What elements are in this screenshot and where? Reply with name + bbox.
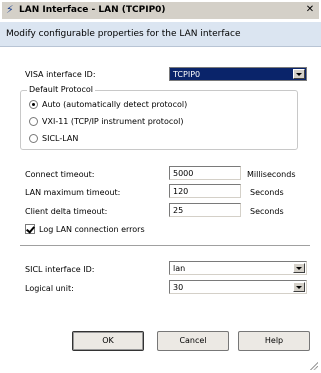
dropdown-arrow-icon[interactable] <box>293 282 305 292</box>
description-text: Modify configurable properties for the L… <box>6 29 241 39</box>
lan-max-timeout-label: LAN maximum timeout: <box>25 188 121 197</box>
client-delta-timeout-value: 25 <box>173 206 184 215</box>
close-icon[interactable]: ✕ <box>304 4 316 16</box>
client-delta-timeout-unit: Seconds <box>250 207 284 216</box>
radio-sicl-lan[interactable] <box>29 134 38 143</box>
connect-timeout-unit: Milliseconds <box>247 170 296 179</box>
connect-timeout-input[interactable]: 5000 <box>169 166 241 180</box>
window-title: LAN Interface - LAN (TCPIP0) <box>19 5 166 15</box>
lan-interface-icon: ⚡ <box>6 3 14 16</box>
sicl-interface-combo[interactable]: lan <box>169 261 307 275</box>
cancel-button[interactable]: Cancel <box>157 331 229 351</box>
resize-grip-icon[interactable] <box>309 361 318 370</box>
log-errors-checkbox[interactable] <box>25 224 35 234</box>
description-banner: Modify configurable properties for the L… <box>0 22 321 47</box>
lan-max-timeout-unit: Seconds <box>250 188 284 197</box>
logical-unit-combo[interactable]: 30 <box>169 280 307 294</box>
radio-vxi11[interactable] <box>29 117 38 126</box>
client-delta-timeout-label: Client delta timeout: <box>25 207 108 216</box>
default-protocol-legend: Default Protocol <box>27 85 96 94</box>
radio-vxi11-label[interactable]: VXI-11 (TCP/IP instrument protocol) <box>42 117 183 126</box>
logical-unit-label: Logical unit: <box>25 284 74 293</box>
lan-max-timeout-value: 120 <box>173 187 189 196</box>
client-delta-timeout-input[interactable]: 25 <box>169 203 241 217</box>
lan-max-timeout-input[interactable]: 120 <box>169 184 241 198</box>
section-divider <box>20 245 310 247</box>
logical-unit-value: 30 <box>173 283 184 292</box>
visa-interface-label: VISA interface ID: <box>25 70 96 79</box>
dropdown-arrow-icon[interactable] <box>293 263 305 273</box>
radio-auto[interactable] <box>29 100 38 109</box>
radio-auto-label[interactable]: Auto (automatically detect protocol) <box>42 100 187 109</box>
connect-timeout-value: 5000 <box>173 169 194 178</box>
sicl-interface-label: SICL interface ID: <box>25 265 95 274</box>
radio-sicl-lan-label[interactable]: SICL-LAN <box>42 134 78 143</box>
dialog-window: ⚡ LAN Interface - LAN (TCPIP0) ✕ Modify … <box>0 0 321 373</box>
visa-interface-combo[interactable]: TCPIP0 <box>169 67 307 81</box>
log-errors-label[interactable]: Log LAN connection errors <box>39 225 145 234</box>
help-button[interactable]: Help <box>238 331 310 351</box>
sicl-interface-value: lan <box>173 264 186 273</box>
dropdown-arrow-icon[interactable] <box>293 69 305 79</box>
visa-interface-value: TCPIP0 <box>173 70 201 79</box>
connect-timeout-label: Connect timeout: <box>25 170 95 179</box>
ok-button[interactable]: OK <box>72 331 144 351</box>
title-bar[interactable]: ⚡ LAN Interface - LAN (TCPIP0) ✕ <box>2 2 319 19</box>
